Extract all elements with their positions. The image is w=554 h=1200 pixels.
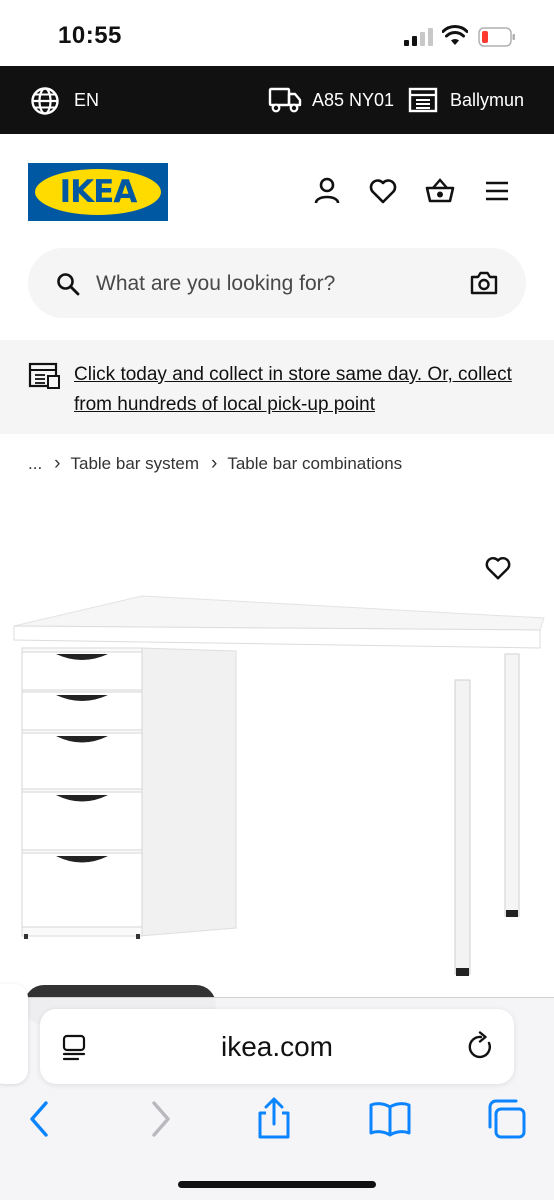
url-text: ikea.com <box>220 1031 334 1062</box>
click-collect-banner: Click today and collect in store same da… <box>0 340 554 434</box>
forward-icon[interactable] <box>138 1097 182 1141</box>
selected-store[interactable]: Ballymun <box>450 90 524 111</box>
wifi-icon <box>442 25 468 45</box>
globe-icon[interactable] <box>30 86 60 116</box>
cellular-signal-icon <box>404 28 434 46</box>
delivery-truck-icon[interactable] <box>268 86 302 114</box>
battery-icon <box>478 27 515 47</box>
delivery-postcode[interactable]: A85 NY01 <box>312 90 394 111</box>
previous-tab-preview[interactable] <box>0 984 28 1084</box>
breadcrumb-ellipsis[interactable]: ... <box>28 454 42 474</box>
ikea-logo[interactable]: IKEA <box>28 163 168 221</box>
user-icon[interactable] <box>312 176 342 206</box>
product-image[interactable] <box>0 490 554 1000</box>
tabs-icon[interactable] <box>484 1097 528 1141</box>
breadcrumb-table-bar-combinations[interactable]: Table bar combinations <box>227 454 402 474</box>
search-bar[interactable]: What are you looking for? <box>28 248 526 318</box>
status-time: 10:55 <box>58 22 122 49</box>
address-bar[interactable]: ikea.com <box>40 1009 514 1084</box>
share-icon[interactable] <box>252 1097 296 1141</box>
breadcrumb-table-bar-system[interactable]: Table bar system <box>71 454 200 474</box>
back-icon[interactable] <box>18 1097 62 1141</box>
click-collect-link[interactable]: Click today and collect in store same da… <box>74 360 514 420</box>
search-input[interactable]: What are you looking for? <box>96 272 335 296</box>
heart-icon[interactable] <box>368 176 398 206</box>
chevron-right-icon: › <box>211 453 218 474</box>
search-icon <box>57 273 80 296</box>
top-utility-bar: EN A85 NY01 Ballymun <box>0 66 554 134</box>
basket-icon[interactable] <box>425 176 455 206</box>
add-to-wishlist-icon[interactable] <box>484 554 512 582</box>
store-icon[interactable] <box>408 86 438 114</box>
status-bar: 10:55 <box>0 0 554 66</box>
reload-icon[interactable] <box>466 1031 496 1063</box>
menu-icon[interactable] <box>482 176 512 206</box>
breadcrumb: ... › Table bar system › Table bar combinati… <box>28 453 402 475</box>
logo-text: IKEA <box>59 174 138 210</box>
phone-screen: 10:55 EN A85 NY01 Ballymun IKEA What are… <box>0 0 554 1200</box>
bookmarks-icon[interactable] <box>368 1097 412 1141</box>
camera-icon[interactable] <box>470 270 498 296</box>
home-indicator <box>178 1181 376 1188</box>
store-pickup-icon <box>28 362 60 389</box>
chevron-right-icon: › <box>54 453 61 474</box>
language-selector[interactable]: EN <box>74 90 99 111</box>
